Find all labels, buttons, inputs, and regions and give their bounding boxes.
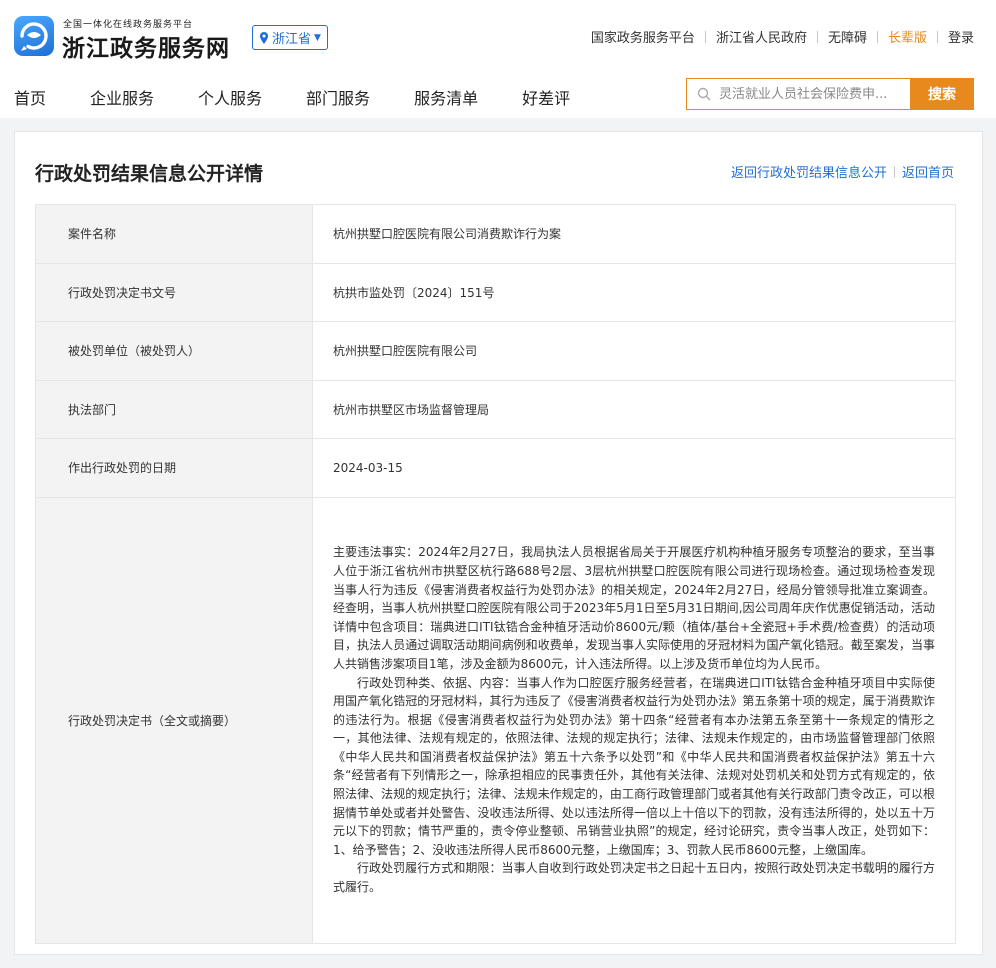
divider [704,30,706,43]
table-row: 被处罚单位（被处罚人） 杭州拱墅口腔医院有限公司 [35,321,956,381]
table-row: 作出行政处罚的日期 2024-03-15 [35,438,956,498]
site-header: 全国一体化在线政务服务平台 浙江政务服务网 浙江省 ▼ 国家政务服务平台 浙江省… [0,0,996,118]
nav-department[interactable]: 部门服务 [306,85,370,109]
link-login[interactable]: 登录 [948,27,974,46]
link-provincial-government[interactable]: 浙江省人民政府 [716,27,807,46]
row-label: 行政处罚决定书文号 [35,262,313,322]
nav-rating[interactable]: 好差评 [522,85,570,109]
nav-enterprise[interactable]: 企业服务 [90,85,154,109]
decision-facts-paragraph: 主要违法事实：2024年2月27日，我局执法人员根据省局关于开展医疗机构种植牙服… [333,545,935,671]
back-to-list-link[interactable]: 返回行政处罚结果信息公开 [731,162,887,181]
penalty-info-table: 案件名称 杭州拱墅口腔医院有限公司消费欺诈行为案 行政处罚决定书文号 杭拱市监处… [35,204,956,944]
detail-card: 行政处罚结果信息公开详情 返回行政处罚结果信息公开 返回首页 案件名称 杭州拱墅… [14,131,983,955]
row-label: 作出行政处罚的日期 [35,438,313,498]
region-label: 浙江省 [272,32,312,47]
location-pin-icon [260,31,268,44]
back-to-home-link[interactable]: 返回首页 [902,162,954,181]
case-name-value: 杭州拱墅口腔医院有限公司消费欺诈行为案 [312,204,956,264]
logo-title[interactable]: 浙江政务服务网 [62,29,230,63]
link-accessibility[interactable]: 无障碍 [828,27,867,46]
divider [816,30,818,43]
search-bar: 搜索 [686,78,974,110]
divider [893,165,895,178]
table-row: 行政处罚决定书（全文或摘要） 主要违法事实：2024年2月27日，我局执法人员根… [35,496,956,944]
penalized-party-value: 杭州拱墅口腔医院有限公司 [312,321,956,381]
divider [936,30,938,43]
nav-home[interactable]: 首页 [14,85,46,109]
decision-text: 主要违法事实：2024年2月27日，我局执法人员根据省局关于开展医疗机构种植牙服… [312,496,956,944]
site-logo-icon[interactable] [14,16,54,56]
table-row: 行政处罚决定书文号 杭拱市监处罚〔2024〕151号 [35,262,956,322]
search-box[interactable] [686,78,910,110]
nav-personal[interactable]: 个人服务 [198,85,262,109]
link-elder-mode[interactable]: 长辈版 [888,27,927,46]
search-input[interactable] [719,86,899,102]
table-row: 案件名称 杭州拱墅口腔医院有限公司消费欺诈行为案 [35,204,956,264]
nav-service-list[interactable]: 服务清单 [414,85,478,109]
decision-basis-paragraph: 行政处罚种类、依据、内容：当事人作为口腔医疗服务经营者，在瑞典进口ITI钛锆合金… [333,675,935,857]
search-icon [697,87,711,101]
caret-down-icon: ▼ [314,32,321,43]
row-label: 被处罚单位（被处罚人） [35,321,313,381]
main-nav: 首页 企业服务 个人服务 部门服务 服务清单 好差评 [14,85,614,109]
row-label: 执法部门 [35,379,313,439]
page-title: 行政处罚结果信息公开详情 [35,163,264,185]
link-national-platform[interactable]: 国家政务服务平台 [591,27,695,46]
top-links: 国家政务服务平台 浙江省人民政府 无障碍 长辈版 登录 [591,27,974,46]
divider [876,30,878,43]
region-selector[interactable]: 浙江省 ▼ [252,25,328,50]
decision-fulfillment-paragraph: 行政处罚履行方式和期限：当事人自收到行政处罚决定书之日起十五日内，按照行政处罚决… [333,861,935,895]
row-label: 案件名称 [35,204,313,264]
back-links: 返回行政处罚结果信息公开 返回首页 [731,162,954,181]
search-button[interactable]: 搜索 [910,78,974,110]
document-number-value: 杭拱市监处罚〔2024〕151号 [312,262,956,322]
penalty-date-value: 2024-03-15 [312,438,956,498]
table-row: 执法部门 杭州市拱墅区市场监督管理局 [35,379,956,439]
row-label: 行政处罚决定书（全文或摘要） [35,496,313,944]
enforcement-department-value: 杭州市拱墅区市场监督管理局 [312,379,956,439]
